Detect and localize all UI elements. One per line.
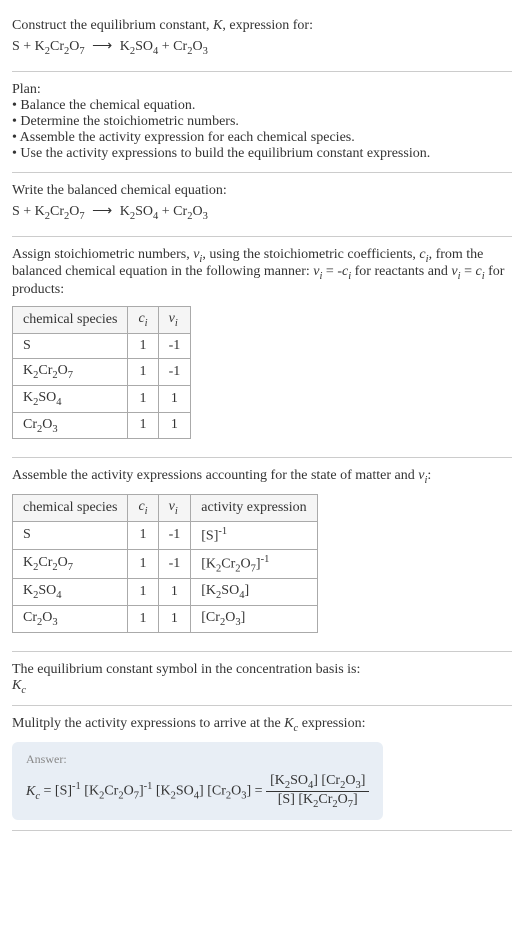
answer-label: Answer: xyxy=(26,752,369,767)
plan-item: • Balance the chemical equation. xyxy=(12,98,512,114)
stoich-text: Assign stoichiometric numbers, νi, using… xyxy=(12,247,512,299)
cell-c: 1 xyxy=(128,358,158,385)
activity-table: chemical species ci νi activity expressi… xyxy=(12,494,318,633)
cell-species: K2Cr2O7 xyxy=(13,358,128,385)
table-row: Cr2O3 1 1 xyxy=(13,412,191,439)
col-species: chemical species xyxy=(13,307,128,334)
table-row: S 1 -1 [S]-1 xyxy=(13,521,318,549)
cell-expr: [K2SO4] xyxy=(191,579,317,606)
multiply-text: Mulitply the activity expressions to arr… xyxy=(12,716,512,734)
cell-species: K2SO4 xyxy=(13,579,128,606)
table-header-row: chemical species ci νi activity expressi… xyxy=(13,495,318,522)
cell-expr: [Cr2O3] xyxy=(191,605,317,632)
cell-v: 1 xyxy=(158,605,191,632)
header-equation: S + K2Cr2O7 ⟶ K2SO4 + Cr2O3 xyxy=(12,38,512,57)
prompt-text: Construct the equilibrium constant, K, e… xyxy=(12,18,512,34)
table-header-row: chemical species ci νi xyxy=(13,307,191,334)
cell-c: 1 xyxy=(128,521,158,549)
col-expr: activity expression xyxy=(191,495,317,522)
balanced-title: Write the balanced chemical equation: xyxy=(12,183,512,199)
answer-box: Answer: Kc = [S]-1 [K2Cr2O7]-1 [K2SO4] [… xyxy=(12,742,383,820)
plan-item: • Determine the stoichiometric numbers. xyxy=(12,114,512,130)
symbol-text: The equilibrium constant symbol in the c… xyxy=(12,662,512,678)
col-c: ci xyxy=(128,495,158,522)
cell-c: 1 xyxy=(128,549,158,578)
cell-v: -1 xyxy=(158,333,191,358)
cell-expr: [K2Cr2O7]-1 xyxy=(191,549,317,578)
table-row: K2SO4 1 1 xyxy=(13,385,191,412)
multiply-section: Mulitply the activity expressions to arr… xyxy=(12,706,512,830)
cell-expr: [S]-1 xyxy=(191,521,317,549)
cell-species: Cr2O3 xyxy=(13,412,128,439)
cell-c: 1 xyxy=(128,385,158,412)
cell-species: K2Cr2O7 xyxy=(13,549,128,578)
cell-c: 1 xyxy=(128,412,158,439)
col-v: νi xyxy=(158,307,191,334)
cell-species: Cr2O3 xyxy=(13,605,128,632)
plan-section: Plan: • Balance the chemical equation. •… xyxy=(12,72,512,173)
table-row: K2Cr2O7 1 -1 xyxy=(13,358,191,385)
cell-v: -1 xyxy=(158,358,191,385)
cell-species: S xyxy=(13,333,128,358)
stoich-section: Assign stoichiometric numbers, νi, using… xyxy=(12,237,512,459)
table-row: Cr2O3 1 1 [Cr2O3] xyxy=(13,605,318,632)
activity-section: Assemble the activity expressions accoun… xyxy=(12,458,512,651)
fraction-numerator: [K2SO4] [Cr2O3] xyxy=(266,773,369,792)
balanced-equation: S + K2Cr2O7 ⟶ K2SO4 + Cr2O3 xyxy=(12,203,512,222)
symbol-section: The equilibrium constant symbol in the c… xyxy=(12,652,512,707)
col-species: chemical species xyxy=(13,495,128,522)
answer-expression: Kc = [S]-1 [K2Cr2O7]-1 [K2SO4] [Cr2O3] =… xyxy=(26,773,369,810)
cell-species: S xyxy=(13,521,128,549)
activity-text: Assemble the activity expressions accoun… xyxy=(12,468,512,486)
cell-v: -1 xyxy=(158,549,191,578)
col-v: νi xyxy=(158,495,191,522)
cell-c: 1 xyxy=(128,579,158,606)
cell-v: 1 xyxy=(158,412,191,439)
stoich-table: chemical species ci νi S 1 -1 K2Cr2O7 1 … xyxy=(12,306,191,439)
plan-title: Plan: xyxy=(12,82,512,98)
col-c: ci xyxy=(128,307,158,334)
table-row: S 1 -1 xyxy=(13,333,191,358)
cell-v: 1 xyxy=(158,385,191,412)
table-row: K2Cr2O7 1 -1 [K2Cr2O7]-1 xyxy=(13,549,318,578)
cell-v: -1 xyxy=(158,521,191,549)
cell-species: K2SO4 xyxy=(13,385,128,412)
plan-item: • Assemble the activity expression for e… xyxy=(12,130,512,146)
symbol-value: Kc xyxy=(12,678,512,696)
cell-v: 1 xyxy=(158,579,191,606)
cell-c: 1 xyxy=(128,333,158,358)
fraction-denominator: [S] [K2Cr2O7] xyxy=(266,792,369,810)
balanced-section: Write the balanced chemical equation: S … xyxy=(12,173,512,237)
header-section: Construct the equilibrium constant, K, e… xyxy=(12,8,512,72)
cell-c: 1 xyxy=(128,605,158,632)
table-row: K2SO4 1 1 [K2SO4] xyxy=(13,579,318,606)
plan-item: • Use the activity expressions to build … xyxy=(12,146,512,162)
fraction: [K2SO4] [Cr2O3] [S] [K2Cr2O7] xyxy=(266,773,369,810)
